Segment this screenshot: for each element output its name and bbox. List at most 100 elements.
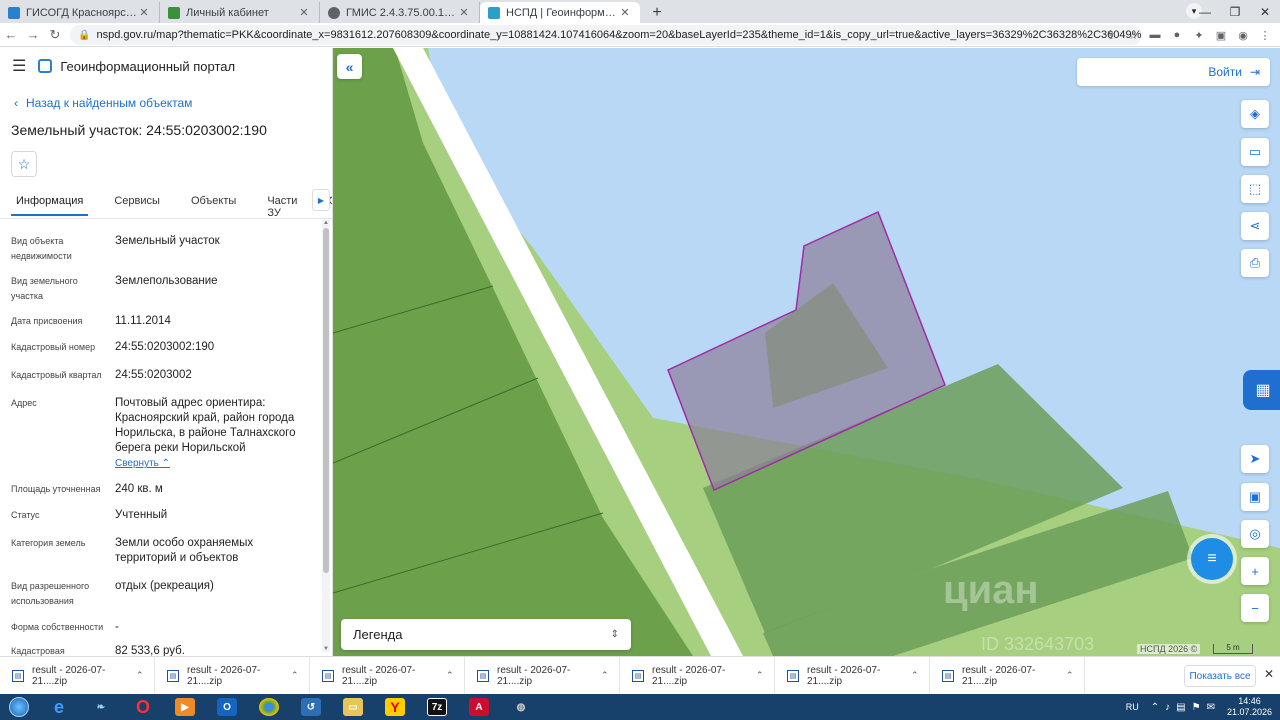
map-view[interactable]: циан ID 332643703 « Войти ⇥ ◈ ▭ ⬚ ⋖ ⎙ ▦ … [333,48,1280,656]
chevron-up-icon[interactable]: ⌃ [1066,670,1084,681]
download-item[interactable]: ▤ result - 2026-07-21....zip ⌃ [775,656,930,695]
navigate-button[interactable]: ➤ [1241,445,1269,473]
taskbar-app[interactable]: ◍ [501,695,541,719]
panel-scrollbar[interactable]: ▲ ▼ [322,220,330,652]
chevron-up-icon[interactable]: ⌃ [911,670,929,681]
flag-icon[interactable]: ⚑ [1192,702,1201,713]
address-bar[interactable]: 🔒 nspd.gov.ru/map?thematic=PKK&coordinat… [70,25,1142,45]
property-label: Площадь уточненная [11,484,101,494]
close-icon[interactable]: ✕ [457,6,471,19]
minimize-icon[interactable]: — [1190,0,1220,23]
profile-icon[interactable]: ◉ [1232,25,1254,45]
maximize-icon[interactable]: ❐ [1220,0,1250,23]
taskbar-chrome[interactable] [249,695,289,719]
download-item[interactable]: ▤ result - 2026-07-21....zip ⌃ [0,656,155,695]
select-area-button[interactable]: ⬚ [1241,175,1269,203]
zip-file-icon: ▤ [942,669,954,682]
taskbar-yandex[interactable]: Y [375,695,415,719]
taskbar-explorer[interactable]: ▭ [333,695,373,719]
reload-icon[interactable]: ↻ [44,24,66,46]
zoom-in-button[interactable]: + [1241,557,1269,585]
windows-taskbar: e ❧ O ▶ O ↺ ▭ Y 7z A ◍ RU ⌃ ♪ ▤ ⚑ ✉ 14:4… [0,694,1280,720]
close-window-icon[interactable]: ✕ [1250,0,1280,23]
chat-button[interactable]: ≡ [1191,538,1233,580]
ruler-icon: ▭ [1248,144,1262,159]
chevron-up-icon[interactable]: ⌃ [756,670,774,681]
new-tab-button[interactable]: + [646,2,668,23]
download-item[interactable]: ▤ result - 2026-07-21....zip ⌃ [465,656,620,695]
volume-icon[interactable]: ♪ [1165,702,1170,713]
download-item[interactable]: ▤ result - 2026-07-21....zip ⌃ [155,656,310,695]
back-to-results-link[interactable]: ‹ Назад к найденным объектам [14,96,332,110]
tab-services[interactable]: Сервисы [109,193,165,214]
taskbar-7zip[interactable]: 7z [417,695,457,719]
extension-icon[interactable]: ▬ [1144,25,1166,45]
collapse-label: Свернуть [115,458,159,469]
star-icon[interactable]: ☆ [1122,25,1144,45]
collapse-link[interactable]: Свернуть ⌃ [115,458,170,469]
start-button[interactable] [0,694,38,720]
forward-arrow-icon[interactable]: → [22,24,44,46]
lock-icon[interactable]: 🔒 [78,30,90,41]
scroll-down-icon[interactable]: ▼ [322,646,330,652]
chevron-up-icon[interactable]: ⌃ [446,670,464,681]
back-arrow-icon[interactable]: ← [0,24,22,46]
taskbar-app[interactable]: ❧ [81,695,121,719]
favorite-button[interactable]: ☆ [11,151,37,177]
taskbar-app[interactable]: ↺ [291,695,331,719]
share-icon[interactable]: ⇪ [1100,25,1122,45]
collapse-panel-button[interactable]: « [337,54,362,79]
locate-button[interactable]: ◎ [1241,520,1269,548]
download-item[interactable]: ▤ result - 2026-07-21....zip ⌃ [930,656,1085,695]
scroll-up-icon[interactable]: ▲ [322,220,330,226]
menu-dots-icon[interactable]: ⋮ [1254,25,1276,45]
show-all-downloads-button[interactable]: Показать все [1184,665,1256,687]
login-button[interactable]: Войти ⇥ [1077,58,1270,86]
property-label: Категория земель [11,538,86,548]
close-icon[interactable]: ✕ [618,6,632,19]
network-icon[interactable]: ▤ [1176,702,1185,713]
back-link-label: Назад к найденным объектам [26,96,193,110]
chevron-up-icon[interactable]: ⌃ [291,670,309,681]
print-button[interactable]: ⎙ [1241,249,1269,277]
taskbar-outlook[interactable]: O [207,695,247,719]
layers-button[interactable]: ◈ [1241,100,1269,128]
tabs-scroll-right-button[interactable]: ▶ [312,189,330,211]
legend-dropdown[interactable]: Легенда ⇕ [341,619,631,650]
chevron-up-icon[interactable]: ⌃ [1151,702,1159,713]
language-indicator[interactable]: RU [1126,702,1139,712]
site-favicon-icon [328,6,340,19]
tab-info[interactable]: Информация [11,193,89,216]
clock[interactable]: 14:46 21.07.2026 [1227,696,1272,718]
side-panel-tab[interactable]: ▦ [1243,370,1280,410]
tab-objects[interactable]: Объекты [186,193,241,214]
minimap-button[interactable]: ▣ [1241,483,1269,511]
chevron-up-icon[interactable]: ⌃ [136,670,154,681]
close-icon[interactable]: ✕ [1264,667,1274,681]
layers-icon: ◈ [1250,106,1260,121]
taskbar-media[interactable]: ▶ [165,695,205,719]
share-button[interactable]: ⋖ [1241,212,1269,240]
taskbar-ie[interactable]: e [39,695,79,719]
browser-tab-1[interactable]: ГИСОГД Красноярского края ✕ [0,2,160,23]
sidebar-icon[interactable]: ▣ [1210,25,1232,45]
browser-tab-3[interactable]: ГМИС 2.4.3.75.00.10.34 ✕ [320,2,480,23]
zoom-out-button[interactable]: − [1241,594,1269,622]
notification-icon[interactable]: ✉ [1207,702,1215,713]
measure-button[interactable]: ▭ [1241,138,1269,166]
extension-icon[interactable]: ● [1166,25,1188,45]
chevron-up-icon[interactable]: ⌃ [601,670,619,681]
download-item[interactable]: ▤ result - 2026-07-21....zip ⌃ [620,656,775,695]
hamburger-menu-icon[interactable]: ☰ [12,56,26,76]
download-name: result - 2026-07-21....zip [807,664,881,687]
close-icon[interactable]: ✕ [297,6,311,19]
taskbar-acrobat[interactable]: A [459,695,499,719]
puzzle-icon[interactable]: ✦ [1188,25,1210,45]
taskbar-opera[interactable]: O [123,695,163,719]
browser-tab-2[interactable]: Личный кабинет ✕ [160,2,320,23]
tab-parts[interactable]: Части ЗУ [262,193,302,226]
download-item[interactable]: ▤ result - 2026-07-21....zip ⌃ [310,656,465,695]
scrollbar-thumb[interactable] [323,228,329,573]
close-icon[interactable]: ✕ [137,6,151,19]
browser-tab-4[interactable]: НСПД | Геоинформационный п ✕ [480,2,640,23]
